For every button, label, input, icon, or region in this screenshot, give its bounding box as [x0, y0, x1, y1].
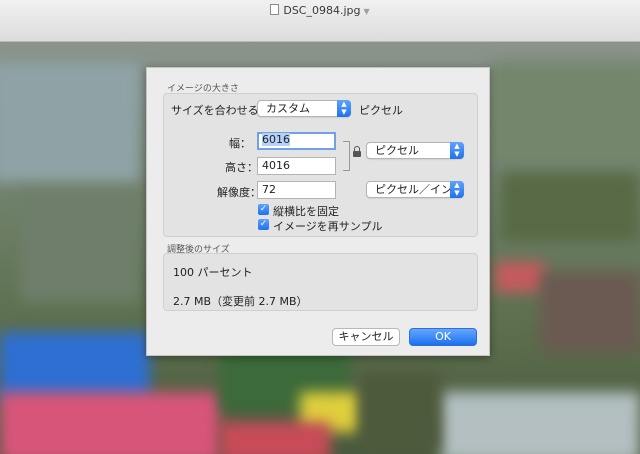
resolution-label: 解像度：	[217, 186, 261, 199]
window-titlebar: DSC_0984.jpg ▼	[0, 0, 640, 42]
fit-label: サイズを合わせる：	[171, 104, 270, 117]
cancel-button[interactable]: キャンセル	[332, 328, 400, 346]
height-value: 4016	[262, 159, 290, 172]
fit-popup-value: カスタム	[266, 102, 310, 115]
resample-label: イメージを再サンプル	[273, 220, 383, 233]
keep-ratio-label: 縦横比を固定	[273, 205, 339, 218]
keep-ratio-checkbox[interactable]: ✓	[258, 204, 269, 215]
resolution-value: 72	[262, 183, 276, 196]
height-label: 高さ：	[225, 161, 258, 174]
resolution-unit-popup[interactable]: ピクセル／インチ ▲ ▼	[366, 181, 464, 198]
resolution-field[interactable]: 72	[257, 181, 336, 199]
dimension-unit-value: ピクセル	[375, 144, 419, 157]
ratio-bracket	[343, 141, 350, 171]
lock-icon	[353, 146, 361, 157]
document-icon	[270, 4, 280, 15]
image-size-dialog: イメージの大きさ サイズを合わせる： カスタム ▲ ▼ ピクセル 幅： 6016 …	[146, 67, 490, 356]
fit-popup[interactable]: カスタム ▲ ▼	[257, 100, 351, 117]
ok-button[interactable]: OK	[409, 328, 477, 346]
result-filesize: 2.7 MB（変更前 2.7 MB）	[173, 295, 308, 308]
window-title-text: DSC_0984.jpg	[283, 4, 361, 17]
dimension-unit-popup[interactable]: ピクセル ▲ ▼	[366, 142, 464, 159]
width-label: 幅：	[229, 137, 251, 150]
window-title[interactable]: DSC_0984.jpg ▼	[0, 4, 640, 17]
height-field[interactable]: 4016	[257, 157, 336, 175]
resample-checkbox[interactable]: ✓	[258, 219, 269, 230]
chevron-down-icon[interactable]: ▼	[364, 7, 370, 16]
fit-unit-label: ピクセル	[359, 104, 403, 117]
result-percent: 100 パーセント	[173, 266, 253, 279]
width-value: 6016	[262, 133, 290, 146]
popup-arrows-icon: ▲ ▼	[337, 100, 351, 117]
popup-arrows-icon: ▲ ▼	[450, 142, 464, 159]
popup-arrows-icon: ▲ ▼	[450, 181, 464, 198]
width-field[interactable]: 6016	[257, 132, 336, 150]
